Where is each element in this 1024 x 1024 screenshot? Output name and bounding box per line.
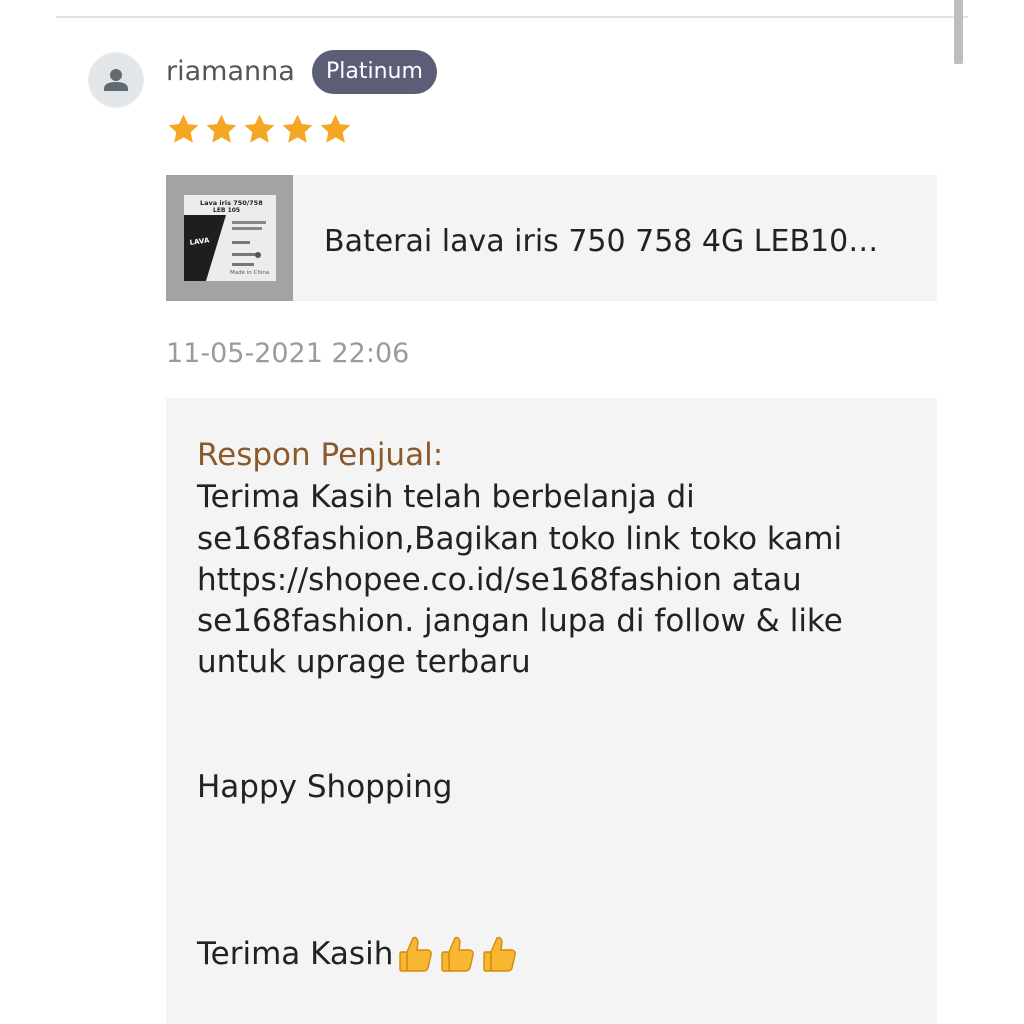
avatar[interactable] <box>88 52 144 108</box>
seller-response-title: Respon Penjual: <box>197 437 444 473</box>
top-divider <box>56 16 968 18</box>
product-thumbnail: Lava iris 750/758 LEB 105 LAVA Made in C… <box>166 175 293 301</box>
seller-response-line: https://shopee.co.id/se168fashion atau <box>197 562 802 598</box>
rating-stars <box>166 112 353 147</box>
seller-response-line: se168fashion. jangan lupa di follow & li… <box>197 603 843 639</box>
thumbs-up-icon <box>441 936 475 972</box>
thanks-text: Terima Kasih <box>197 936 394 972</box>
username[interactable]: riamanna <box>166 52 295 92</box>
product-name[interactable]: Baterai lava iris 750 758 4G LEB10… <box>324 175 894 301</box>
star-icon <box>282 114 313 143</box>
thumbs-up-icon <box>483 936 517 972</box>
happy-shopping-text: Happy Shopping <box>197 769 453 805</box>
seller-response-line: untuk uprage terbaru <box>197 644 531 680</box>
thumb-made: Made in China <box>230 270 269 276</box>
scrollbar[interactable] <box>954 0 963 64</box>
user-icon <box>104 69 128 91</box>
thumb-line2: LEB 105 <box>213 207 240 214</box>
star-icon <box>244 114 275 143</box>
thanks-line: Terima Kasih <box>197 932 519 975</box>
membership-badge: Platinum <box>312 50 437 94</box>
star-icon <box>320 114 351 143</box>
thumb-line1: Lava iris 750/758 <box>200 199 263 207</box>
seller-response: Respon Penjual: Terima Kasih telah berbe… <box>166 398 937 1024</box>
star-icon <box>206 114 237 143</box>
seller-response-line: Terima Kasih telah berbelanja di <box>197 479 695 515</box>
thumbs-up-icon <box>399 936 433 972</box>
product-card[interactable]: Lava iris 750/758 LEB 105 LAVA Made in C… <box>166 175 937 301</box>
review-timestamp: 11-05-2021 22:06 <box>166 338 410 369</box>
seller-response-line: se168fashion,Bagikan toko link toko kami <box>197 521 843 557</box>
star-icon <box>168 114 199 143</box>
